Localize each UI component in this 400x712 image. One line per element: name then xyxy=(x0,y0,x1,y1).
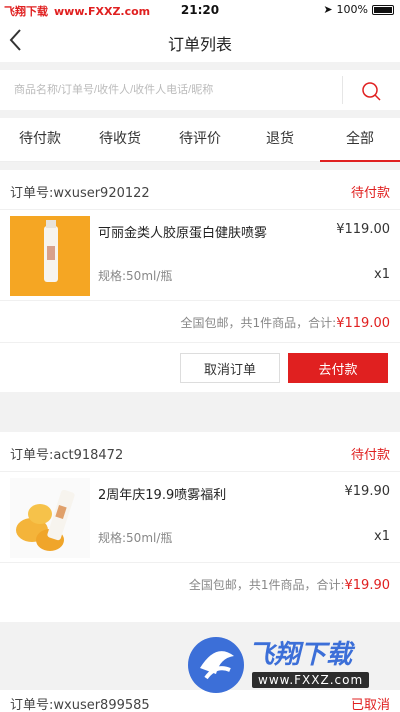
product-quantity: x1 xyxy=(374,529,390,544)
tab-pending-receipt[interactable]: 待收货 xyxy=(80,118,160,161)
search-input[interactable] xyxy=(14,70,334,110)
cancel-order-button[interactable]: 取消订单 xyxy=(180,353,280,383)
status-indicators: ➤ 100% xyxy=(323,3,394,16)
summary-prefix: 全国包邮，共1件商品，合计: xyxy=(180,316,337,330)
product-image xyxy=(10,216,90,296)
order-tabs: 待付款 待收货 待评价 退货 全部 xyxy=(0,118,400,162)
product-price: ¥119.00 xyxy=(336,222,390,237)
search-bar xyxy=(0,70,400,110)
tab-pending-review[interactable]: 待评价 xyxy=(160,118,240,161)
order-item[interactable]: 可丽金类人胶原蛋白健肤喷雾 ¥119.00 规格:50ml/瓶 x1 xyxy=(0,210,400,300)
tab-returns[interactable]: 退货 xyxy=(240,118,320,161)
order-number: 订单号:wxuser899585 xyxy=(10,698,150,712)
order-header: 订单号:act918472 待付款 xyxy=(0,432,400,472)
product-name: 2周年庆19.9喷雾福利 xyxy=(98,488,227,503)
battery-icon xyxy=(372,4,394,15)
order-summary: 全国包邮，共1件商品，合计:¥119.00 xyxy=(0,300,400,342)
watermark-url: www.FXXZ.com xyxy=(252,672,370,688)
search-button[interactable] xyxy=(360,80,382,102)
order-header: 订单号:wxuser920122 待付款 xyxy=(0,170,400,210)
page-title: 订单列表 xyxy=(167,35,232,54)
search-icon xyxy=(362,82,381,101)
product-price: ¥19.90 xyxy=(344,484,391,499)
location-icon: ➤ xyxy=(323,3,333,16)
order-actions: 取消订单 去付款 xyxy=(0,342,400,392)
summary-text: 全国包邮，共1件商品，合计:¥19.90 xyxy=(189,576,390,593)
order-item[interactable]: 2周年庆19.9喷雾福利 ¥19.90 规格:50ml/瓶 x1 xyxy=(0,472,400,562)
search-divider xyxy=(342,76,343,104)
watermark-text: 飞翔下载 xyxy=(248,640,353,670)
status-bar: 飞翔下载 www.FXXZ.com 21:20 ➤ 100% xyxy=(0,0,400,22)
watermark-logo-icon xyxy=(188,637,244,693)
tab-pending-payment[interactable]: 待付款 xyxy=(0,118,80,161)
watermark: 飞翔下载 www.FXXZ.com xyxy=(186,632,396,702)
order-status: 待付款 xyxy=(350,448,390,463)
tab-all[interactable]: 全部 xyxy=(320,118,400,162)
product-quantity: x1 xyxy=(374,267,390,282)
order-number: 订单号:act918472 xyxy=(10,448,124,463)
summary-prefix: 全国包邮，共1件商品，合计: xyxy=(188,578,345,592)
summary-total: ¥119.00 xyxy=(336,316,390,331)
order-card: 订单号:act918472 待付款 2周年庆19.9喷雾福利 ¥19.90 规格… xyxy=(0,432,400,622)
product-spec: 规格:50ml/瓶 xyxy=(98,269,173,283)
order-number: 订单号:wxuser920122 xyxy=(10,186,150,201)
product-name: 可丽金类人胶原蛋白健肤喷雾 xyxy=(98,226,268,241)
summary-text: 全国包邮，共1件商品，合计:¥119.00 xyxy=(181,314,390,331)
order-card: 订单号:wxuser920122 待付款 可丽金类人胶原蛋白健肤喷雾 ¥119.… xyxy=(0,170,400,392)
summary-total: ¥19.90 xyxy=(344,578,391,593)
product-image xyxy=(10,478,90,558)
pay-button[interactable]: 去付款 xyxy=(288,353,388,383)
battery-percent: 100% xyxy=(336,3,368,16)
nav-bar: 订单列表 xyxy=(0,22,400,62)
order-status: 待付款 xyxy=(350,186,390,201)
order-summary: 全国包邮，共1件商品，合计:¥19.90 xyxy=(0,562,400,604)
product-spec: 规格:50ml/瓶 xyxy=(98,531,173,545)
